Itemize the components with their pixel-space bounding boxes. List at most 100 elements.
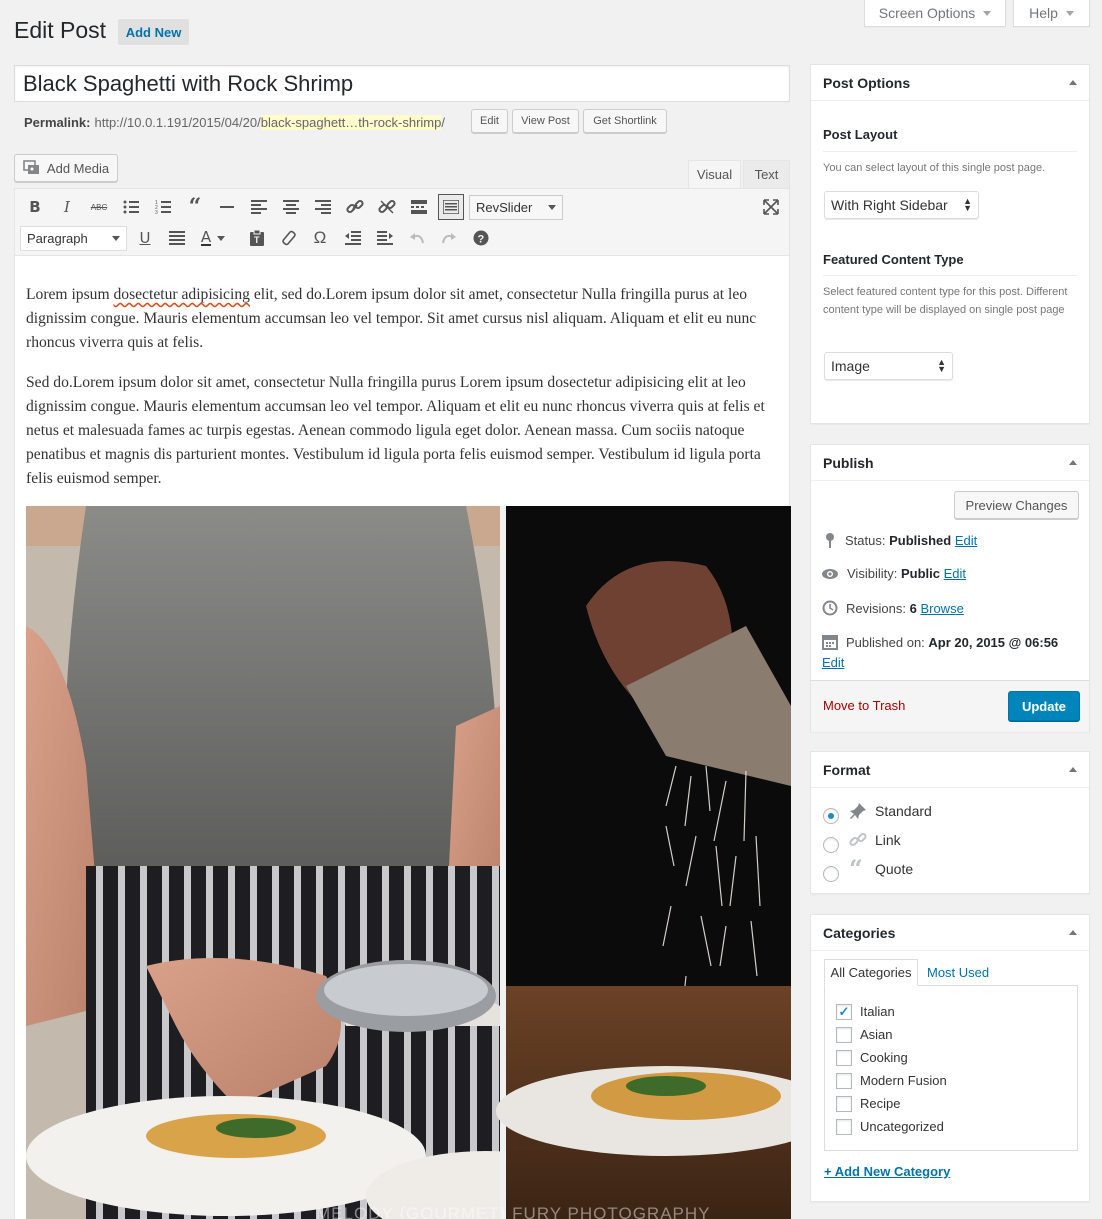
align-right-icon[interactable] [312, 196, 334, 218]
post-title-input[interactable]: Black Spaghetti with Rock Shrimp [14, 65, 790, 102]
bullet-list-icon[interactable] [120, 196, 142, 218]
preview-changes-button[interactable]: Preview Changes [954, 491, 1079, 519]
link-icon[interactable] [344, 196, 366, 218]
visibility-edit-link[interactable]: Edit [944, 566, 966, 581]
tab-most-used[interactable]: Most Used [927, 959, 989, 986]
editor-content[interactable]: Lorem ipsum dosectetur adipisicing elit,… [14, 256, 791, 1219]
post-layout-select[interactable]: With Right Sidebar ▲ ▼ [824, 191, 979, 219]
revslider-button[interactable]: RevSlider [469, 195, 563, 220]
category-checkbox[interactable] [836, 1118, 852, 1135]
status-edit-link[interactable]: Edit [955, 533, 977, 548]
caret-down-icon [983, 10, 992, 16]
format-option-standard[interactable]: Standard [823, 796, 932, 825]
post-layout-label: Post Layout [823, 127, 898, 142]
post-options-header[interactable]: Post Options [811, 65, 1089, 101]
content-image[interactable]: MELODY {GOURMET} FURY PHOTOGRAPHY [26, 506, 791, 1219]
permalink-row: Permalink: http://10.0.1.191/2015/04/20/… [24, 110, 445, 134]
tab-all-categories[interactable]: All Categories [824, 959, 918, 986]
format-label-link: Link [875, 831, 901, 848]
svg-text:T: T [254, 235, 260, 245]
category-checkbox[interactable] [836, 1095, 852, 1112]
media-icon [23, 160, 39, 174]
status-row: Status: Published Edit [823, 532, 977, 548]
format-option-link[interactable]: Link [823, 825, 901, 854]
image-watermark: MELODY {GOURMET} FURY PHOTOGRAPHY [316, 1204, 711, 1219]
category-item[interactable]: Asian [836, 1023, 1077, 1046]
read-more-icon[interactable] [408, 196, 430, 218]
add-new-button[interactable]: Add New [118, 19, 189, 45]
format-radio-quote[interactable] [823, 865, 839, 882]
caret-down-icon [112, 236, 120, 241]
fullscreen-icon[interactable] [760, 196, 782, 218]
link-icon [849, 832, 867, 846]
permalink-base: http://10.0.1.191/2015/04/20/ [94, 114, 261, 130]
tab-visual[interactable]: Visual [688, 160, 741, 188]
collapse-arrow-icon[interactable] [1069, 767, 1077, 772]
browse-revisions-link[interactable]: Browse [920, 601, 963, 616]
outdent-icon[interactable] [342, 227, 364, 249]
indent-icon[interactable] [374, 227, 396, 249]
post-layout-desc: You can select layout of this single pos… [823, 162, 1046, 174]
collapse-arrow-icon[interactable] [1069, 80, 1077, 85]
category-item[interactable]: Uncategorized [836, 1115, 1077, 1138]
italic-icon[interactable]: I [56, 196, 78, 218]
publish-title: Publish [823, 454, 874, 471]
category-checkbox[interactable] [836, 1026, 852, 1043]
publish-header[interactable]: Publish [811, 445, 1089, 481]
format-radio-link[interactable] [823, 836, 839, 853]
format-option-quote[interactable]: “ Quote [823, 854, 913, 883]
format-select-value: Paragraph [27, 231, 88, 246]
format-select[interactable]: Paragraph [20, 226, 127, 251]
help-tab[interactable]: Help [1013, 0, 1090, 27]
underline-icon[interactable]: U [134, 227, 156, 249]
category-item[interactable]: ✓ Italian [836, 1000, 1077, 1023]
strikethrough-icon[interactable]: ABC [88, 196, 110, 218]
unlink-icon[interactable] [376, 196, 398, 218]
view-post-button[interactable]: View Post [512, 109, 579, 133]
toolbar-toggle-icon[interactable] [438, 194, 464, 220]
add-new-category-link[interactable]: + Add New Category [824, 1164, 950, 1179]
collapse-arrow-icon[interactable] [1069, 460, 1077, 465]
category-item[interactable]: Recipe [836, 1092, 1077, 1115]
permalink-slug[interactable]: black-spaghett…th-rock-shrimp [260, 114, 442, 130]
clear-format-icon[interactable] [278, 227, 300, 249]
category-checkbox[interactable]: ✓ [836, 1003, 852, 1020]
get-shortlink-button[interactable]: Get Shortlink [583, 109, 667, 133]
blockquote-icon[interactable]: “ [184, 194, 206, 220]
category-list: ✓ Italian Asian Cooking Modern Fusion Rec… [824, 985, 1078, 1151]
permalink-edit-button[interactable]: Edit [471, 109, 508, 133]
category-item[interactable]: Modern Fusion [836, 1069, 1077, 1092]
category-item[interactable]: Cooking [836, 1046, 1077, 1069]
paste-text-icon[interactable]: T [246, 227, 268, 249]
horizontal-line-icon[interactable] [216, 196, 238, 218]
editor-toolbar: B I ABC 123 “ RevSlider Paragraph U A T … [14, 188, 790, 256]
featured-type-select[interactable]: Image ▲ ▼ [824, 352, 953, 380]
text-color-icon[interactable]: A [197, 227, 229, 249]
published-on-edit-link[interactable]: Edit [822, 655, 844, 670]
featured-type-label: Featured Content Type [823, 252, 964, 267]
align-left-icon[interactable] [248, 196, 270, 218]
justify-icon[interactable] [166, 227, 188, 249]
align-center-icon[interactable] [280, 196, 302, 218]
collapse-arrow-icon[interactable] [1069, 930, 1077, 935]
redo-icon[interactable] [438, 227, 460, 249]
format-label-standard: Standard [875, 802, 932, 819]
add-media-label: Add Media [46, 160, 110, 176]
help-icon[interactable]: ? [470, 227, 492, 249]
format-radio-standard[interactable] [823, 807, 839, 824]
numbered-list-icon[interactable]: 123 [152, 196, 174, 218]
category-checkbox[interactable] [836, 1049, 852, 1066]
categories-header[interactable]: Categories [811, 915, 1089, 951]
undo-icon[interactable] [406, 227, 428, 249]
format-header[interactable]: Format [811, 752, 1089, 788]
move-to-trash-link[interactable]: Move to Trash [823, 698, 905, 713]
special-char-icon[interactable]: Ω [309, 227, 331, 249]
published-on-row: Published on: Apr 20, 2015 @ 06:56 [822, 634, 1058, 650]
screen-options-tab[interactable]: Screen Options [864, 0, 1006, 27]
update-button[interactable]: Update [1008, 691, 1080, 721]
tab-text[interactable]: Text [743, 160, 790, 188]
category-checkbox[interactable] [836, 1072, 852, 1089]
add-media-button[interactable]: Add Media [14, 154, 118, 182]
bold-icon[interactable]: B [24, 196, 46, 218]
featured-type-value: Image [831, 358, 870, 374]
